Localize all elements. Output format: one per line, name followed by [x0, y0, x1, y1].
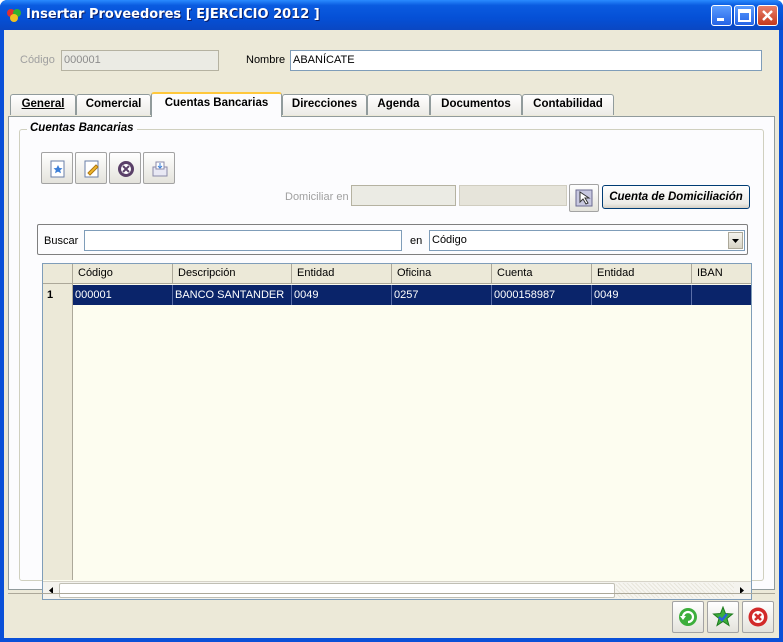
nombre-label: Nombre — [246, 54, 286, 66]
accept-button[interactable] — [707, 601, 739, 633]
column-header[interactable]: Entidad — [292, 264, 392, 284]
tab-comercial[interactable]: Comercial — [76, 94, 151, 115]
tab-general[interactable]: General — [10, 94, 76, 115]
close-button[interactable] — [757, 5, 778, 26]
search-field-select[interactable]: Código — [429, 230, 745, 251]
arrow-right-icon — [740, 587, 744, 594]
window-title: Insertar Proveedores [ EJERCICIO 2012 ] — [26, 7, 320, 22]
new-record-icon — [50, 160, 65, 178]
nombre-field[interactable]: ABANÍCATE — [290, 50, 762, 71]
column-header[interactable]: Cuenta — [492, 264, 592, 284]
tab-documentos[interactable]: Documentos — [430, 94, 522, 115]
window: Insertar Proveedores [ EJERCICIO 2012 ] … — [0, 0, 783, 642]
minimize-icon — [717, 18, 724, 21]
cell-cuenta[interactable]: 0000158987 — [492, 285, 592, 305]
dropdown-button[interactable] — [728, 232, 743, 249]
cell-codigo[interactable]: 000001 — [73, 285, 173, 305]
table-header: Código Descripción Entidad Oficina Cuent… — [43, 264, 751, 284]
column-header[interactable]: Descripción — [173, 264, 292, 284]
cancel-button[interactable] — [742, 601, 774, 633]
tab-label: Documentos — [441, 98, 511, 110]
tab-label: Contabilidad — [533, 98, 603, 110]
arrow-left-icon — [49, 587, 53, 594]
table-row[interactable]: 1 000001 BANCO SANTANDER 0049 0257 00001… — [43, 285, 751, 305]
search-input[interactable] — [84, 230, 402, 251]
accept-icon — [712, 606, 734, 627]
divider — [8, 593, 775, 594]
print-button[interactable] — [143, 152, 175, 184]
new-record-button[interactable] — [41, 152, 73, 184]
cuenta-domiciliacion-button[interactable]: Cuenta de Domiciliación — [602, 185, 750, 209]
pointer-icon — [575, 189, 593, 207]
search-en-label: en — [410, 235, 423, 247]
refresh-button[interactable] — [672, 601, 704, 633]
tab-direcciones[interactable]: Direcciones — [282, 94, 367, 115]
tab-label: Comercial — [85, 98, 142, 110]
column-header[interactable]: IBAN — [692, 264, 751, 284]
cancel-icon — [748, 607, 768, 627]
scroll-thumb[interactable] — [59, 583, 615, 598]
tab-label: Cuentas Bancarias — [164, 97, 269, 109]
scroll-track[interactable] — [616, 583, 734, 598]
scroll-right-button[interactable] — [735, 583, 749, 598]
client-area: Código 000001 Nombre ABANÍCATE General C… — [4, 30, 779, 638]
tab-label: Direcciones — [291, 98, 358, 110]
chevron-down-icon — [732, 239, 739, 243]
column-header[interactable]: Oficina — [392, 264, 492, 284]
domiciliar-description — [459, 185, 567, 206]
tab-label: Agenda — [377, 98, 420, 110]
tab-cuentas-bancarias[interactable]: Cuentas Bancarias — [151, 92, 282, 117]
delete-record-icon — [118, 161, 134, 177]
codigo-label: Código — [20, 54, 55, 66]
minimize-button[interactable] — [711, 5, 732, 26]
tab-contabilidad[interactable]: Contabilidad — [522, 94, 614, 115]
maximize-icon — [738, 9, 751, 22]
row-header-column — [43, 284, 73, 580]
title-bar[interactable]: Insertar Proveedores [ EJERCICIO 2012 ] — [0, 0, 783, 30]
domiciliar-field — [351, 185, 456, 206]
domiciliar-label: Domiciliar en — [285, 191, 349, 203]
column-header[interactable]: Código — [73, 264, 173, 284]
pointer-button[interactable] — [569, 184, 599, 212]
refresh-icon — [679, 608, 697, 626]
column-header[interactable]: Entidad — [592, 264, 692, 284]
tab-panel: Cuentas Bancarias Domiciliar en Cuenta d… — [8, 116, 775, 600]
edit-record-icon — [84, 160, 99, 178]
search-label: Buscar — [44, 235, 79, 247]
app-icon — [7, 9, 21, 22]
cell-entidad-2[interactable]: 0049 — [592, 285, 692, 305]
scroll-left-button[interactable] — [44, 583, 58, 598]
print-icon — [152, 161, 168, 177]
edit-record-button[interactable] — [75, 152, 107, 184]
tab-strip: General Comercial Cuentas Bancarias Dire… — [8, 92, 778, 117]
cell-iban[interactable] — [692, 285, 751, 305]
delete-record-button[interactable] — [109, 152, 141, 184]
close-icon — [762, 10, 773, 21]
tab-label: General — [21, 98, 65, 110]
cell-entidad[interactable]: 0049 — [292, 285, 392, 305]
cell-oficina[interactable]: 0257 — [392, 285, 492, 305]
codigo-field: 000001 — [61, 50, 219, 71]
maximize-button[interactable] — [734, 5, 755, 26]
cell-descripcion[interactable]: BANCO SANTANDER — [173, 285, 292, 305]
accounts-table[interactable]: Código Descripción Entidad Oficina Cuent… — [42, 263, 752, 600]
tab-agenda[interactable]: Agenda — [367, 94, 430, 115]
group-title: Cuentas Bancarias — [27, 122, 137, 134]
horizontal-scrollbar[interactable] — [43, 581, 751, 599]
row-header-corner — [43, 264, 73, 284]
search-field-value: Código — [432, 234, 467, 246]
row-number: 1 — [43, 285, 73, 305]
